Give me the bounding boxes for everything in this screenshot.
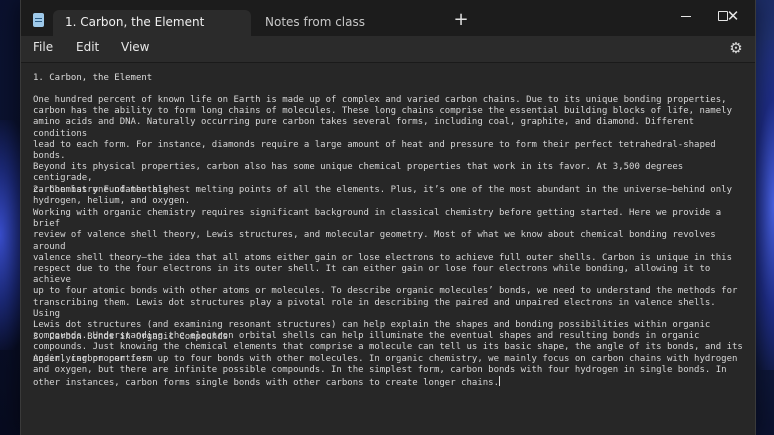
close-icon: ✕ xyxy=(726,7,740,25)
menu-edit[interactable]: Edit xyxy=(76,36,99,62)
title-bar[interactable]: 1. Carbon, the Element Notes from class … xyxy=(21,0,755,36)
notepad-window: 1. Carbon, the Element Notes from class … xyxy=(20,0,756,435)
menu-file[interactable]: File xyxy=(33,36,53,62)
text-editor[interactable]: 1. Carbon, the Element One hundred perce… xyxy=(21,63,755,435)
section-heading-2: 2. Chemistry Fundamentals xyxy=(33,185,169,195)
plus-icon: + xyxy=(453,9,469,30)
menu-view[interactable]: View xyxy=(121,36,149,62)
menu-bar: File Edit View ⚙ xyxy=(21,36,755,63)
notepad-icon xyxy=(33,13,44,27)
tab-label: Notes from class xyxy=(265,15,366,29)
tab-notes-from-class[interactable]: Notes from class xyxy=(253,10,433,36)
settings-gear-icon[interactable]: ⚙ xyxy=(728,40,744,56)
text-caret xyxy=(499,376,500,387)
minimize-icon xyxy=(681,16,691,17)
minimize-button[interactable] xyxy=(671,6,701,26)
close-button[interactable]: ✕ xyxy=(718,6,748,26)
paragraph-3-text: Again, carbon can form up to four bonds … xyxy=(33,354,738,389)
tab-label: 1. Carbon, the Element xyxy=(65,15,205,29)
section-heading-1: 1. Carbon, the Element xyxy=(33,73,153,83)
add-tab-button[interactable]: + xyxy=(451,11,471,31)
paragraph-3: Again, carbon can form up to four bonds … xyxy=(33,354,745,390)
section-heading-3: 3. Carbon Bonds in Organic Compounds xyxy=(33,332,229,342)
tab-carbon-the-element[interactable]: 1. Carbon, the Element xyxy=(53,10,251,36)
